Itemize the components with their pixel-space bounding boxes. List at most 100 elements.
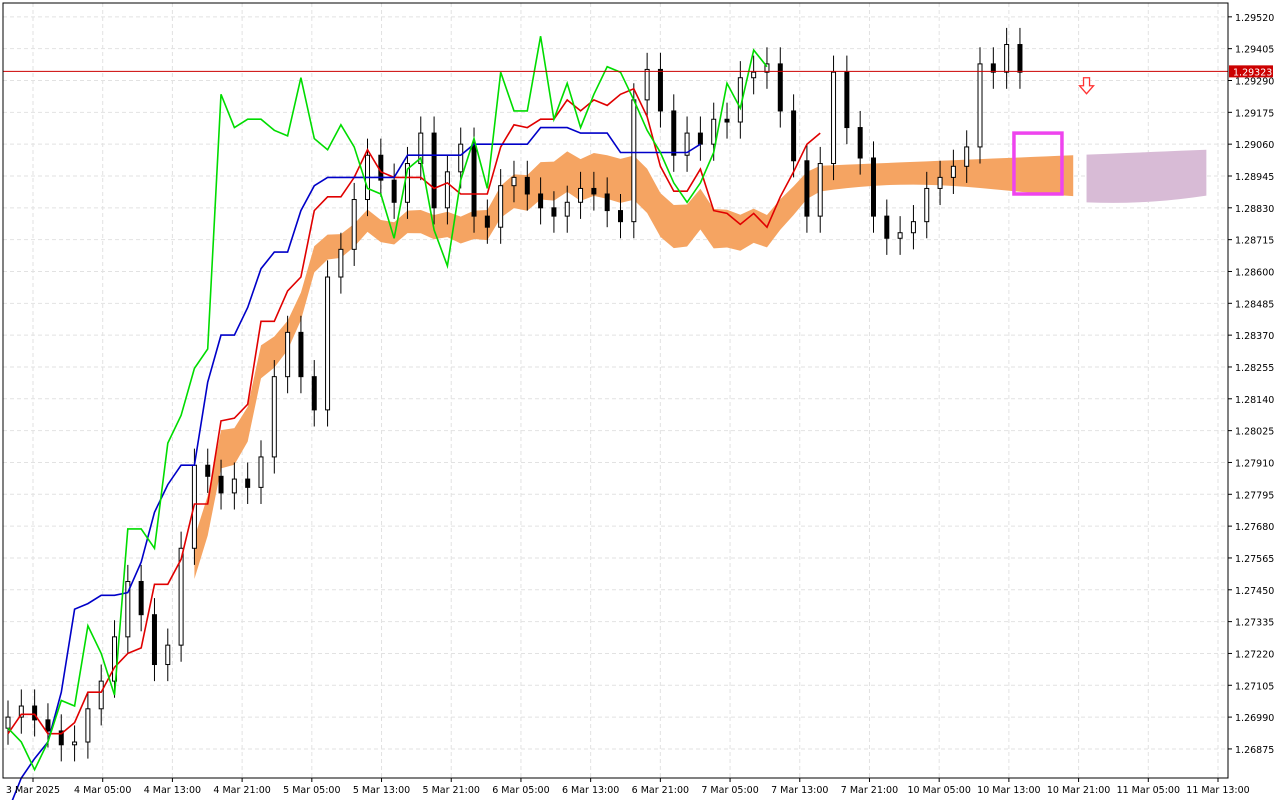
x-tick-label: 6 Mar 21:00: [632, 785, 689, 796]
kumo-bearish-area: [1086, 149, 1207, 203]
candle-body: [1004, 44, 1010, 73]
candle-body: [378, 154, 384, 181]
candle-body: [98, 680, 104, 710]
x-tick-label: 10 Mar 21:00: [1047, 785, 1110, 796]
candle-body: [484, 215, 490, 228]
candle-body: [817, 163, 823, 217]
candle-body: [338, 248, 344, 278]
chart-svg: 1.295201.294051.292901.291751.290601.289…: [2, 2, 1274, 804]
candle-body: [950, 165, 956, 178]
candle-body: [298, 331, 304, 378]
candle-body: [910, 221, 916, 234]
y-tick-label: 1.27335: [1235, 618, 1274, 629]
x-tick-label: 4 Mar 21:00: [213, 785, 270, 796]
candle-body: [5, 716, 11, 729]
candle-body: [604, 193, 610, 212]
candle-body: [231, 478, 237, 494]
y-tick-label: 1.28830: [1235, 204, 1274, 215]
candle-body: [72, 741, 78, 746]
ichimoku-chart: 1.29520 1.29405 1.29290 1.29175 1.29060 1.289…: [0, 0, 1280, 804]
x-tick-label: 5 Mar 21:00: [423, 785, 480, 796]
candle-body: [711, 118, 717, 145]
y-tick-label: 1.27795: [1235, 490, 1274, 501]
x-tick-label: 6 Mar 13:00: [562, 785, 619, 796]
y-tick-label: 1.29520: [1235, 13, 1274, 24]
x-tick-label: 5 Mar 05:00: [283, 785, 340, 796]
candle-body: [325, 276, 331, 411]
candle-body: [1017, 44, 1023, 73]
candle-body: [884, 215, 890, 239]
kumo-cloud: [194, 149, 1207, 579]
y-tick-label: 1.28370: [1235, 331, 1274, 342]
candle-body: [551, 207, 557, 217]
candle-body: [498, 185, 504, 228]
x-tick-label: 10 Mar 05:00: [907, 785, 970, 796]
candle-body: [671, 110, 677, 156]
candle-body: [151, 614, 157, 666]
y-tick-label: 1.27910: [1235, 458, 1274, 469]
x-tick-label: 6 Mar 05:00: [492, 785, 549, 796]
candle-body: [45, 719, 51, 732]
candle-body: [870, 157, 876, 217]
x-tick-label: 3 Mar 2025: [6, 785, 60, 796]
x-tick-label: 11 Mar 05:00: [1117, 785, 1180, 796]
candle-body: [285, 331, 291, 378]
candle-body: [271, 376, 277, 458]
candle-body: [724, 118, 730, 123]
candle-body: [964, 146, 970, 167]
candle-body: [804, 160, 810, 217]
x-tick-label: 7 Mar 13:00: [771, 785, 828, 796]
candle-body: [391, 179, 397, 203]
candle-body: [444, 171, 450, 209]
y-tick-label: 1.29175: [1235, 108, 1274, 119]
candle-body: [697, 132, 703, 145]
y-tick-label: 1.26990: [1235, 713, 1274, 724]
candle-body: [844, 71, 850, 129]
candle-body: [458, 143, 464, 173]
candle-body: [618, 210, 623, 223]
y-tick-label: 1.28485: [1235, 299, 1274, 310]
candle-body: [218, 475, 224, 494]
candle-body: [791, 110, 797, 162]
y-tick-label: 1.27680: [1235, 522, 1274, 533]
current-price-label: 1.29323: [1233, 67, 1272, 78]
candle-body: [205, 464, 211, 477]
y-tick-label: 1.28945: [1235, 172, 1274, 183]
candle-body: [657, 68, 663, 112]
candle-body: [471, 143, 477, 217]
candle-body: [351, 199, 357, 250]
y-tick-label: 1.28715: [1235, 236, 1274, 247]
x-tick-label: 10 Mar 13:00: [977, 785, 1040, 796]
y-tick-label: 1.26875: [1235, 745, 1274, 756]
candle-body: [511, 176, 517, 187]
candle-body: [138, 580, 144, 616]
candle-body: [311, 376, 317, 411]
x-axis: 3 Mar 2025 4 Mar 05:00 4 Mar 13:00 4 Mar 21…: [6, 778, 1250, 796]
candle-body: [924, 187, 930, 223]
y-tick-label: 1.27105: [1235, 681, 1274, 692]
y-tick-label: 1.28255: [1235, 363, 1274, 374]
x-tick-label: 5 Mar 13:00: [353, 785, 410, 796]
candle-body: [524, 176, 530, 195]
candle-body: [431, 132, 437, 209]
y-axis: 1.295201.294051.292901.291751.290601.289…: [1228, 13, 1274, 756]
y-tick-label: 1.28025: [1235, 427, 1274, 438]
candle-body: [751, 71, 757, 79]
y-tick-label: 1.29060: [1235, 140, 1274, 151]
candle-body: [538, 193, 544, 209]
x-tick-label: 4 Mar 13:00: [144, 785, 201, 796]
candle-body: [644, 68, 650, 101]
candle-body: [977, 63, 983, 148]
candle-body: [165, 644, 171, 666]
candle-body: [258, 456, 264, 488]
y-tick-label: 1.28140: [1235, 395, 1274, 406]
candle-body: [564, 201, 570, 217]
candle-body: [245, 478, 251, 488]
x-tick-label: 7 Mar 05:00: [701, 785, 758, 796]
y-tick-label: 1.28600: [1235, 267, 1274, 278]
y-tick-label: 1.27220: [1235, 649, 1274, 660]
plot-frame: [2, 2, 1229, 779]
candle-body: [631, 99, 637, 223]
y-tick-label: 1.27565: [1235, 554, 1274, 565]
candle-body: [85, 708, 91, 743]
